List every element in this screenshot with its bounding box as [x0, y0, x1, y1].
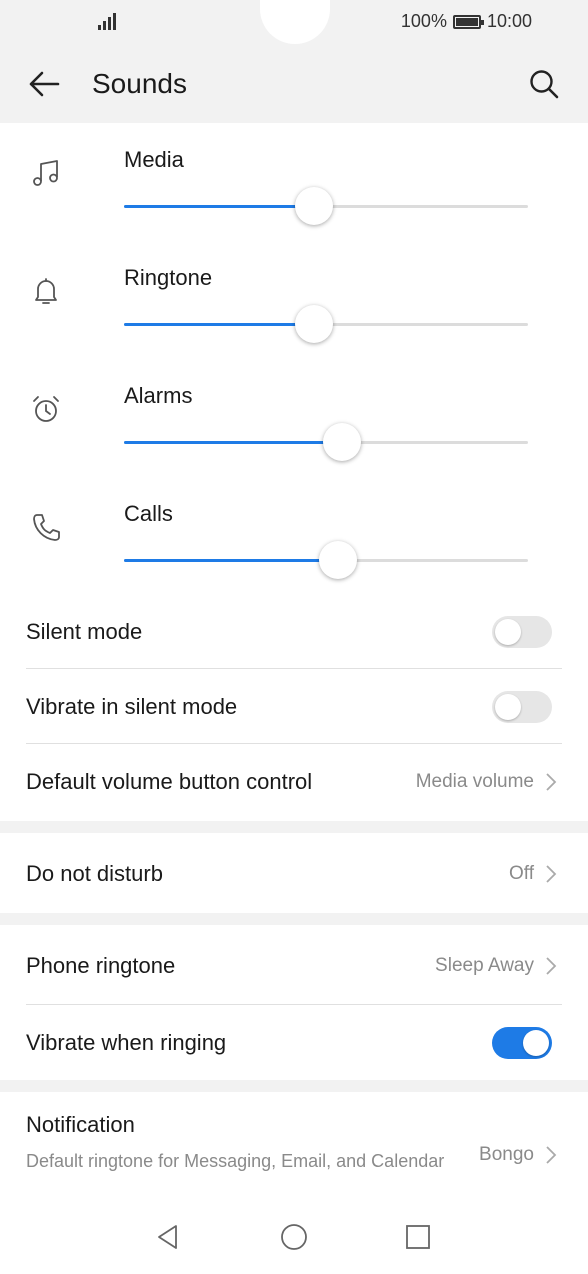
- status-right: 100% 10:00: [401, 11, 532, 32]
- arrow-left-icon: [29, 71, 60, 97]
- search-icon: [530, 70, 559, 99]
- volume-label: Alarms: [124, 383, 193, 408]
- nav-recents-button[interactable]: [398, 1217, 438, 1257]
- navigation-bar: [0, 1207, 588, 1274]
- row-phone-ringtone[interactable]: Phone ringtone Sleep Away: [26, 928, 562, 1004]
- calls-volume-slider[interactable]: [124, 541, 528, 579]
- music-note-icon: [33, 160, 58, 186]
- alarm-clock-icon: [33, 396, 59, 422]
- vibrate-silent-toggle[interactable]: [492, 691, 552, 723]
- slider-thumb[interactable]: [323, 423, 362, 461]
- page-title: Sounds: [92, 68, 187, 99]
- section-gap: [0, 1080, 588, 1092]
- chevron-right-icon: [546, 773, 557, 791]
- section-gap: [0, 821, 588, 833]
- battery-icon: [452, 14, 484, 29]
- slider-thumb[interactable]: [319, 541, 358, 579]
- row-label: Default volume button control: [26, 769, 313, 794]
- volume-ringtone: Ringtone: [0, 241, 588, 359]
- chevron-right-icon: [546, 865, 557, 883]
- app-bar: Sounds: [0, 56, 588, 112]
- volume-label: Calls: [124, 501, 173, 526]
- vibrate-ringing-toggle[interactable]: [492, 1027, 552, 1059]
- volume-label: Ringtone: [124, 265, 213, 290]
- slider-thumb[interactable]: [294, 187, 333, 225]
- row-default-volume[interactable]: Default volume button control Media volu…: [26, 744, 562, 820]
- row-label: Vibrate in silent mode: [26, 694, 238, 719]
- row-notification[interactable]: Notification Default ringtone for Messag…: [26, 1092, 562, 1207]
- section-gap: [0, 913, 588, 925]
- battery-percent: 100%: [400, 11, 447, 31]
- row-label: Silent mode: [26, 619, 143, 644]
- bell-icon: [35, 278, 57, 304]
- square-recents-icon: [406, 1225, 430, 1249]
- volume-calls: Calls: [0, 477, 588, 595]
- status-time: 10:00: [486, 11, 532, 31]
- row-label: Notification: [26, 1112, 135, 1137]
- media-volume-slider[interactable]: [124, 187, 528, 225]
- silent-mode-toggle[interactable]: [492, 616, 552, 648]
- triangle-back-icon: [158, 1225, 177, 1249]
- chevron-right-icon: [546, 1146, 557, 1164]
- volume-alarms: Alarms: [0, 359, 588, 477]
- row-silent-mode[interactable]: Silent mode: [26, 594, 562, 670]
- volume-media: Media: [0, 123, 588, 241]
- circle-home-icon: [281, 1224, 307, 1250]
- volume-label: Media: [124, 147, 184, 172]
- row-value: Sleep Away: [435, 955, 534, 976]
- ringtone-volume-slider[interactable]: [124, 305, 528, 343]
- row-label: Vibrate when ringing: [26, 1030, 227, 1055]
- nav-home-button[interactable]: [274, 1217, 314, 1257]
- slider-thumb[interactable]: [294, 305, 333, 343]
- search-button[interactable]: [526, 66, 562, 102]
- top-bar: 100% 10:00 Sounds: [0, 0, 588, 123]
- row-value: Bongo: [479, 1144, 534, 1165]
- back-button[interactable]: [26, 66, 62, 102]
- chevron-right-icon: [546, 957, 557, 975]
- row-vibrate-ringing[interactable]: Vibrate when ringing: [26, 1005, 562, 1081]
- nav-back-button[interactable]: [148, 1217, 188, 1257]
- row-value: Media volume: [415, 771, 534, 792]
- row-subtitle: Default ringtone for Messaging, Email, a…: [26, 1151, 445, 1171]
- row-label: Do not disturb: [26, 861, 163, 886]
- signal-icon: [98, 12, 120, 30]
- row-vibrate-silent[interactable]: Vibrate in silent mode: [26, 669, 562, 745]
- phone-icon: [33, 514, 60, 541]
- row-do-not-disturb[interactable]: Do not disturb Off: [26, 836, 562, 912]
- row-value: Off: [509, 863, 534, 884]
- alarms-volume-slider[interactable]: [124, 423, 528, 461]
- camera-notch: [260, 0, 330, 44]
- row-label: Phone ringtone: [26, 953, 176, 978]
